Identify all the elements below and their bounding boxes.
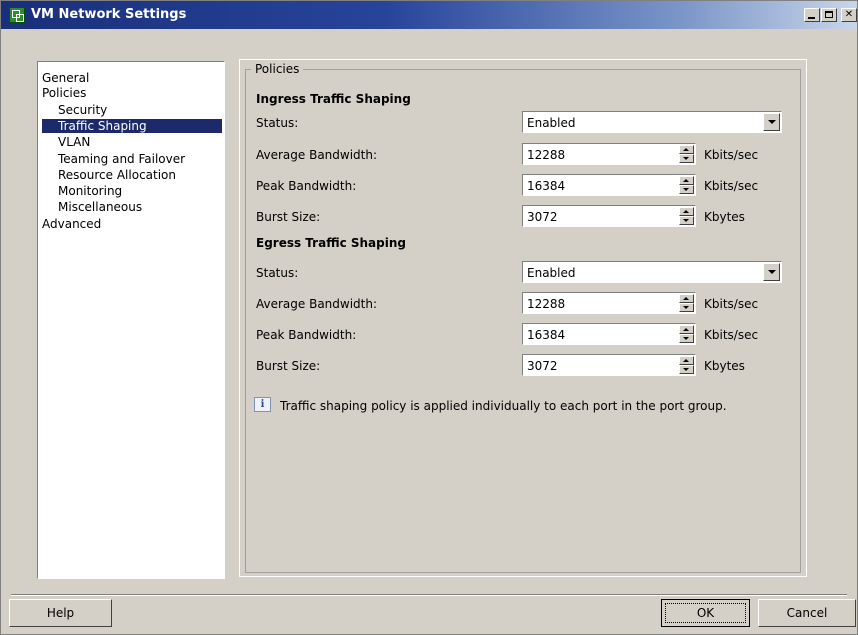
ingress-burst-size-input[interactable]: 3072 <box>522 205 696 227</box>
policies-group-label: Policies <box>251 62 304 76</box>
ingress-status-value: Enabled <box>527 116 576 130</box>
nav-item-teaming-and-failover[interactable]: Teaming and Failover <box>58 152 185 166</box>
ingress-avg-bandwidth-unit: Kbits/sec <box>704 148 759 162</box>
egress-status-value: Enabled <box>527 266 576 280</box>
spin-up-icon[interactable] <box>679 294 694 303</box>
egress-burst-size-spinner[interactable] <box>679 356 694 374</box>
ingress-burst-size-value: 3072 <box>527 210 558 224</box>
ingress-avg-bandwidth-label: Average Bandwidth: <box>256 148 378 162</box>
help-button[interactable]: Help <box>9 599 112 627</box>
maximize-icon <box>825 11 833 18</box>
ok-button[interactable]: OK <box>661 599 750 627</box>
nav-item-monitoring[interactable]: Monitoring <box>58 184 122 198</box>
spin-down-icon[interactable] <box>679 303 694 312</box>
spin-up-icon[interactable] <box>679 356 694 365</box>
nav-item-miscellaneous[interactable]: Miscellaneous <box>58 200 142 214</box>
nav-item-vlan[interactable]: VLAN <box>58 135 90 149</box>
egress-avg-bandwidth-spinner[interactable] <box>679 294 694 312</box>
info-message: Traffic shaping policy is applied indivi… <box>280 399 727 413</box>
maximize-button[interactable] <box>821 8 837 22</box>
minimize-icon <box>808 17 815 19</box>
spin-down-icon[interactable] <box>679 334 694 343</box>
ingress-burst-size-unit: Kbytes <box>704 210 745 224</box>
ingress-peak-bandwidth-value: 16384 <box>527 179 566 193</box>
info-icon: i <box>254 397 271 412</box>
spin-up-icon[interactable] <box>679 207 694 216</box>
nav-item-general[interactable]: General <box>42 71 89 85</box>
vm-network-settings-window: VM Network Settings ✕ General Policies S… <box>0 0 858 635</box>
egress-burst-size-input[interactable]: 3072 <box>522 354 696 376</box>
spin-down-icon[interactable] <box>679 154 694 163</box>
egress-peak-bandwidth-spinner[interactable] <box>679 325 694 343</box>
ingress-avg-bandwidth-value: 12288 <box>527 148 566 162</box>
ingress-status-label: Status: <box>256 116 299 130</box>
egress-avg-bandwidth-value: 12288 <box>527 297 566 311</box>
nav-item-advanced[interactable]: Advanced <box>42 217 101 231</box>
ingress-status-select[interactable]: Enabled <box>522 111 782 133</box>
spin-up-icon[interactable] <box>679 176 694 185</box>
minimize-button[interactable] <box>804 8 820 22</box>
spin-down-icon[interactable] <box>679 185 694 194</box>
ingress-avg-bandwidth-spinner[interactable] <box>679 145 694 163</box>
egress-burst-size-unit: Kbytes <box>704 359 745 373</box>
egress-burst-size-value: 3072 <box>527 359 558 373</box>
cancel-button[interactable]: Cancel <box>758 599 856 627</box>
chevron-down-icon[interactable] <box>763 113 780 131</box>
ingress-burst-size-label: Burst Size: <box>256 210 321 224</box>
egress-avg-bandwidth-input[interactable]: 12288 <box>522 292 696 314</box>
title-bar[interactable]: VM Network Settings ✕ <box>1 1 857 29</box>
spin-down-icon[interactable] <box>679 216 694 225</box>
nav-item-resource-allocation[interactable]: Resource Allocation <box>58 168 176 182</box>
close-icon: ✕ <box>844 9 854 20</box>
nav-item-traffic-shaping[interactable]: Traffic Shaping <box>42 119 222 133</box>
nav-item-security[interactable]: Security <box>58 103 107 117</box>
vm-network-icon <box>9 7 25 23</box>
egress-burst-size-label: Burst Size: <box>256 359 321 373</box>
ingress-burst-size-spinner[interactable] <box>679 207 694 225</box>
egress-peak-bandwidth-input[interactable]: 16384 <box>522 323 696 345</box>
spin-up-icon[interactable] <box>679 145 694 154</box>
window-title: VM Network Settings <box>31 7 187 22</box>
egress-status-label: Status: <box>256 266 299 280</box>
chevron-down-icon[interactable] <box>763 263 780 281</box>
nav-item-policies[interactable]: Policies <box>42 86 86 100</box>
ingress-section-title: Ingress Traffic Shaping <box>256 92 411 106</box>
egress-peak-bandwidth-value: 16384 <box>527 328 566 342</box>
ingress-peak-bandwidth-input[interactable]: 16384 <box>522 174 696 196</box>
ingress-peak-bandwidth-spinner[interactable] <box>679 176 694 194</box>
ingress-peak-bandwidth-unit: Kbits/sec <box>704 179 759 193</box>
egress-avg-bandwidth-unit: Kbits/sec <box>704 297 759 311</box>
egress-status-select[interactable]: Enabled <box>522 261 782 283</box>
egress-peak-bandwidth-unit: Kbits/sec <box>704 328 759 342</box>
egress-peak-bandwidth-label: Peak Bandwidth: <box>256 328 357 342</box>
spin-down-icon[interactable] <box>679 365 694 374</box>
footer-divider <box>11 594 847 596</box>
egress-avg-bandwidth-label: Average Bandwidth: <box>256 297 378 311</box>
spin-up-icon[interactable] <box>679 325 694 334</box>
settings-nav-tree: General Policies Security Traffic Shapin… <box>37 61 225 579</box>
egress-section-title: Egress Traffic Shaping <box>256 236 406 250</box>
ingress-avg-bandwidth-input[interactable]: 12288 <box>522 143 696 165</box>
ingress-peak-bandwidth-label: Peak Bandwidth: <box>256 179 357 193</box>
close-button[interactable]: ✕ <box>841 8 857 22</box>
